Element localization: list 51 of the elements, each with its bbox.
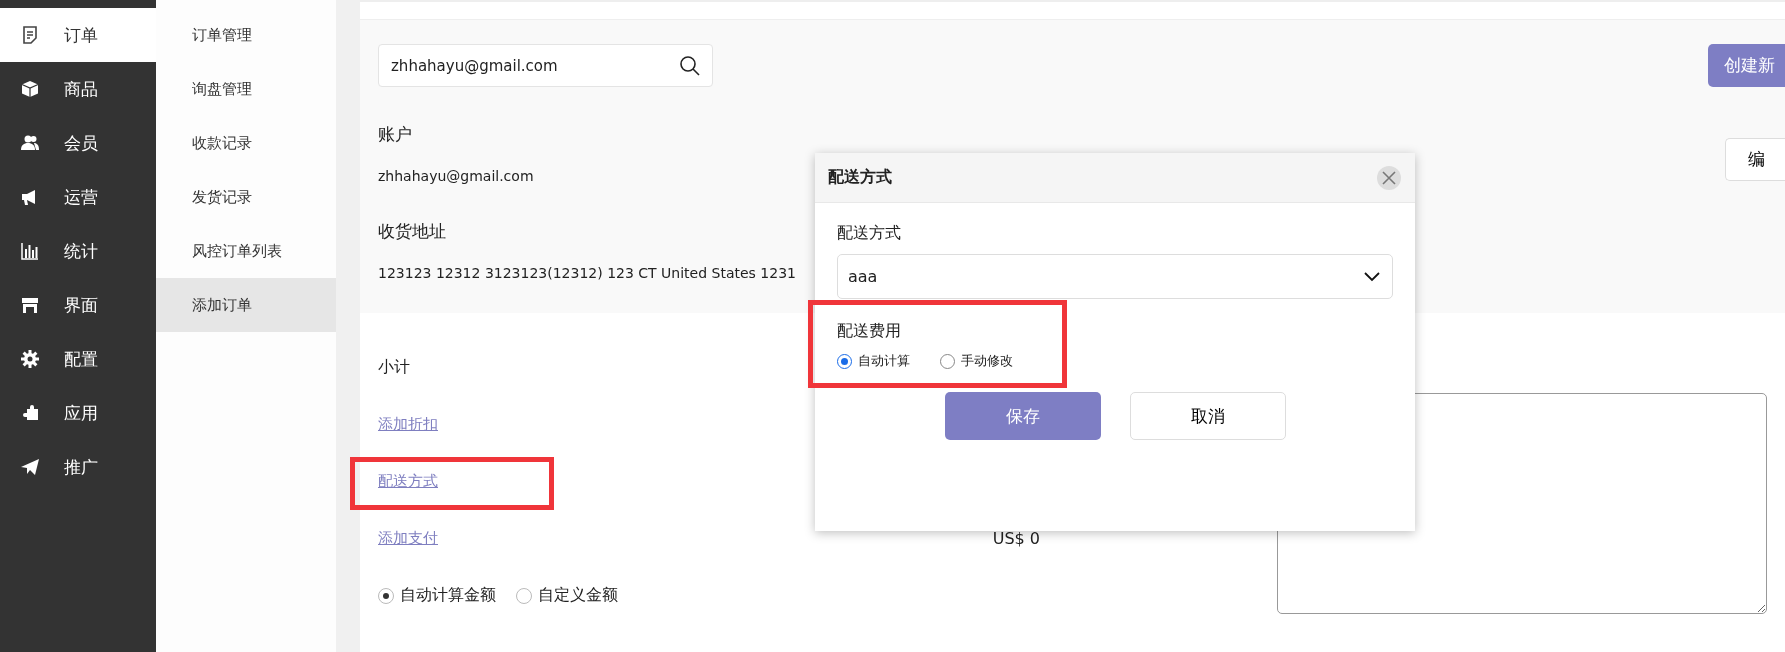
nav-item[interactable]: 商品 xyxy=(0,62,156,116)
cube-icon xyxy=(20,79,40,99)
address-text: 123123 12312 3123123(12312) 123 CT United States 1231 xyxy=(378,265,796,281)
radio-button[interactable] xyxy=(516,587,532,604)
account-email: zhhahayu@gmail.com xyxy=(378,168,534,184)
plane-icon xyxy=(20,457,40,477)
radio-label: 手动修改 xyxy=(961,352,1013,370)
address-heading: 收货地址 xyxy=(378,220,446,243)
chevron-down-icon xyxy=(1364,271,1380,282)
submenu-item[interactable]: 发货记录 xyxy=(156,170,336,224)
add-payment-link[interactable]: 添加支付 xyxy=(378,529,438,548)
method-label: 配送方式 xyxy=(837,223,902,244)
create-button[interactable]: 创建新 xyxy=(1708,44,1785,87)
chart-icon xyxy=(20,241,40,261)
submenu-item[interactable]: 收款记录 xyxy=(156,116,336,170)
close-icon xyxy=(1382,170,1396,185)
document-icon xyxy=(20,25,40,45)
nav-item[interactable]: 订单 xyxy=(0,8,156,62)
edit-button[interactable]: 编 xyxy=(1725,138,1785,181)
payment-amount: US$ 0 xyxy=(992,529,1040,548)
save-button[interactable]: 保存 xyxy=(944,392,1101,440)
shipping-method-link[interactable]: 配送方式 xyxy=(378,472,438,491)
cancel-button[interactable]: 取消 xyxy=(1129,392,1286,440)
nav-item[interactable]: 应用 xyxy=(0,386,156,440)
search-icon[interactable] xyxy=(679,55,701,77)
submenu-item[interactable]: 询盘管理 xyxy=(156,62,336,116)
gear-icon xyxy=(20,349,40,369)
nav-item[interactable]: 配置 xyxy=(0,332,156,386)
method-select[interactable]: aaa xyxy=(837,254,1393,299)
radio-button[interactable] xyxy=(378,587,394,604)
puzzle-icon xyxy=(20,403,40,423)
account-heading: 账户 xyxy=(378,123,412,146)
radio-label: 自定义金额 xyxy=(538,585,618,606)
nav-item[interactable]: 会员 xyxy=(0,116,156,170)
store-icon xyxy=(20,295,40,315)
dialog-title: 配送方式 xyxy=(828,167,892,188)
submenu-item[interactable]: 订单管理 xyxy=(156,8,336,62)
close-button[interactable] xyxy=(1377,165,1401,190)
fee-label: 配送费用 xyxy=(837,321,902,342)
add-discount-link[interactable]: 添加折扣 xyxy=(378,415,438,434)
nav-item[interactable]: 统计 xyxy=(0,224,156,278)
radio-label: 自动计算金额 xyxy=(400,585,496,606)
radio-label: 自动计算 xyxy=(858,352,910,370)
subtotal-label: 小计 xyxy=(378,357,410,378)
nav-item[interactable]: 推广 xyxy=(0,440,156,494)
search-field[interactable]: zhhahayu@gmail.com xyxy=(378,44,713,87)
nav-item[interactable]: 运营 xyxy=(0,170,156,224)
submenu-item[interactable]: 风控订单列表 xyxy=(156,224,336,278)
submenu-item[interactable]: 添加订单 xyxy=(156,278,336,332)
users-icon xyxy=(20,133,40,153)
nav-item[interactable]: 界面 xyxy=(0,278,156,332)
